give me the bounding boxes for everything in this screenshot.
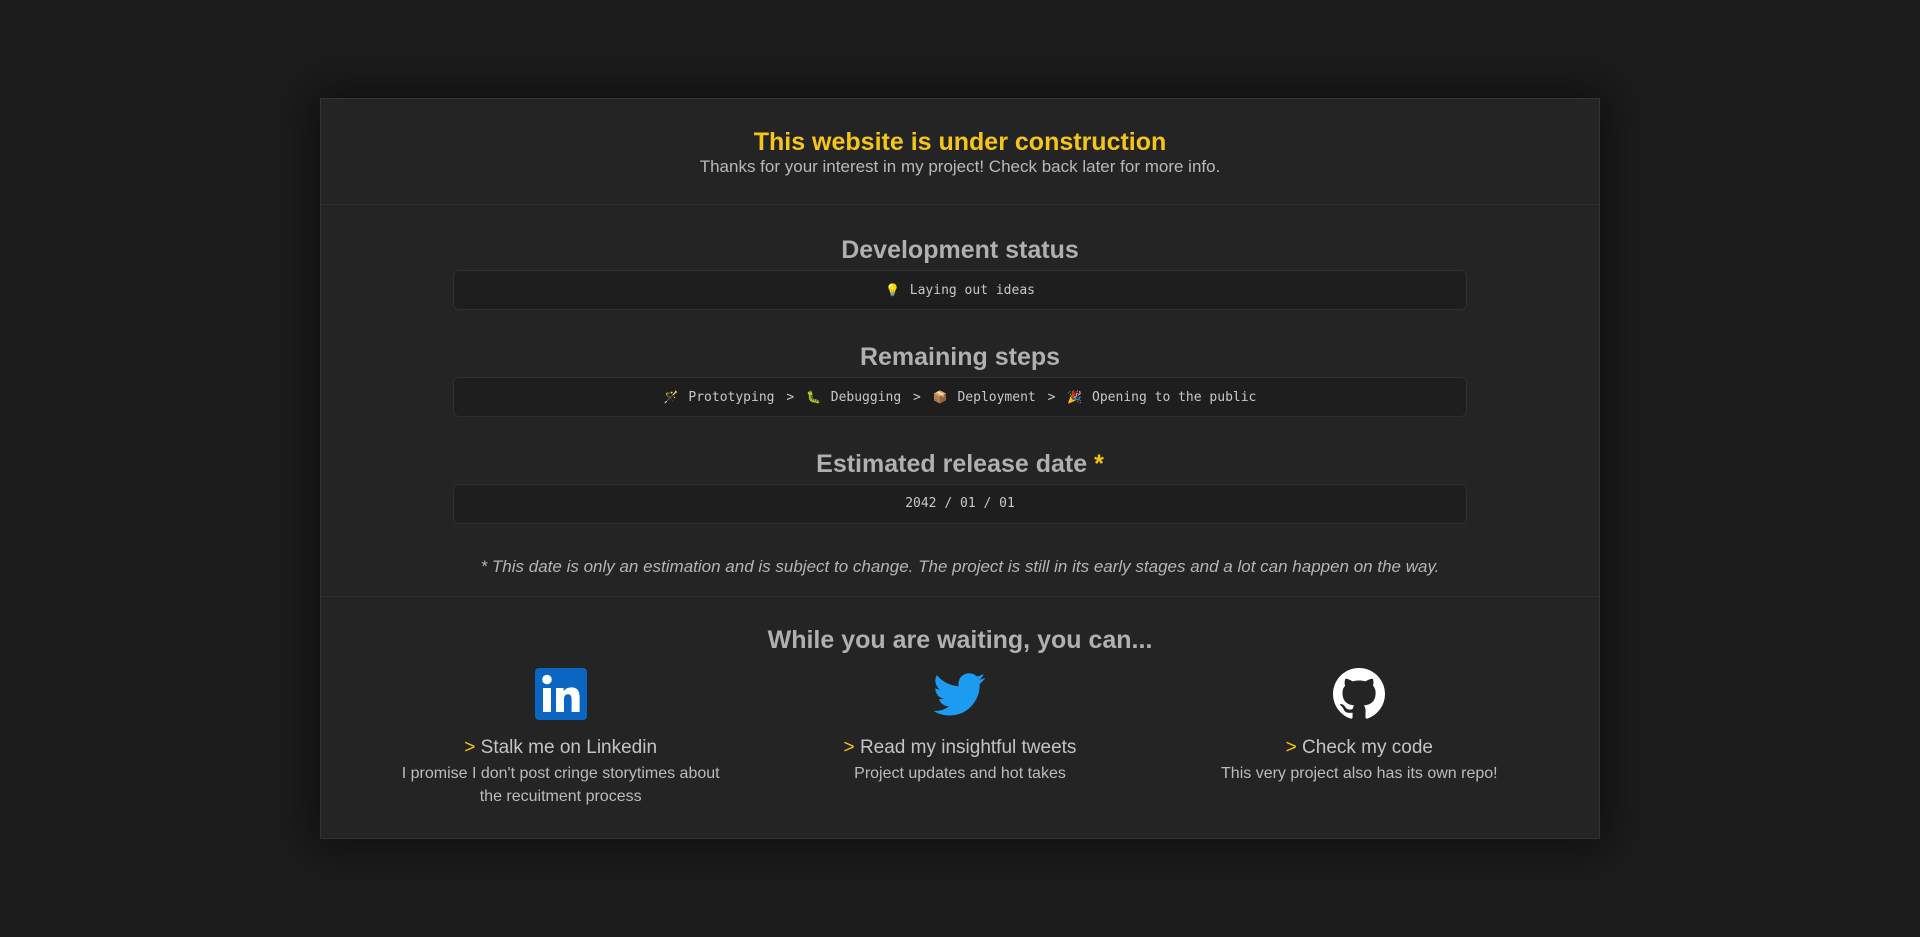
twitter-link-label: Read my insightful tweets [859, 737, 1077, 758]
step-separator: > [786, 390, 795, 405]
page-title: This website is under construction [753, 128, 1167, 156]
arrow-marker: > [464, 737, 476, 758]
status-section: Development status 💡 Laying out ideas Re… [321, 205, 1599, 597]
twitter-card: > Read my insightful tweets Project upda… [760, 668, 1159, 808]
package-icon: 📦 [932, 390, 948, 404]
release-date-value: 2042 / 01 / 01 [905, 496, 1015, 511]
header-section: This website is under construction Thank… [321, 99, 1599, 205]
release-date-note: * This date is only an estimation and is… [480, 557, 1440, 576]
remaining-steps-heading: Remaining steps [859, 343, 1061, 371]
development-status-heading: Development status [841, 236, 1079, 264]
asterisk-marker: * [1094, 450, 1104, 478]
magic-wand-icon: 🪄 [663, 390, 679, 404]
development-status-box: 💡 Laying out ideas [453, 270, 1467, 310]
release-date-heading-text: Estimated release date [816, 450, 1088, 478]
step-prototyping: Prototyping [688, 390, 775, 405]
linkedin-card: > Stalk me on Linkedin I promise I don't… [361, 668, 760, 808]
linkedin-description: I promise I don't post cringe storytimes… [401, 765, 720, 805]
release-date-heading: Estimated release date * [321, 450, 1599, 478]
github-link[interactable]: > Check my code [1160, 736, 1559, 760]
github-description: This very project also has its own repo! [1221, 765, 1498, 782]
links-heading: While you are waiting, you can... [767, 626, 1153, 654]
twitter-description: Project updates and hot takes [854, 765, 1066, 782]
links-row: > Stalk me on Linkedin I promise I don't… [321, 668, 1599, 808]
arrow-marker: > [1285, 737, 1297, 758]
github-icon[interactable] [1333, 668, 1386, 720]
lightbulb-icon: 💡 [884, 283, 900, 297]
twitter-icon[interactable] [933, 668, 986, 720]
links-section: While you are waiting, you can... > Stal… [321, 597, 1599, 808]
linkedin-link-label: Stalk me on Linkedin [480, 737, 658, 758]
remaining-steps-box: 🪄 Prototyping > 🐛 Debugging > 📦 Deployme… [453, 377, 1467, 417]
linkedin-link[interactable]: > Stalk me on Linkedin [361, 736, 760, 760]
step-debugging: Debugging [830, 390, 902, 405]
step-separator: > [1047, 390, 1056, 405]
github-link-label: Check my code [1302, 737, 1433, 758]
release-date-box: 2042 / 01 / 01 [453, 484, 1467, 524]
bug-icon: 🐛 [805, 390, 821, 404]
party-popper-icon: 🎉 [1067, 390, 1083, 404]
github-card: > Check my code This very project also h… [1160, 668, 1559, 808]
page-subtitle: Thanks for your interest in my project! … [699, 157, 1221, 176]
arrow-marker: > [843, 737, 855, 758]
linkedin-icon[interactable] [534, 668, 587, 720]
step-deployment: Deployment [957, 390, 1036, 405]
twitter-link[interactable]: > Read my insightful tweets [760, 736, 1159, 760]
development-status-value: Laying out ideas [909, 283, 1035, 298]
construction-card: This website is under construction Thank… [320, 98, 1600, 839]
step-separator: > [913, 390, 921, 405]
step-opening: Opening to the public [1092, 390, 1257, 405]
